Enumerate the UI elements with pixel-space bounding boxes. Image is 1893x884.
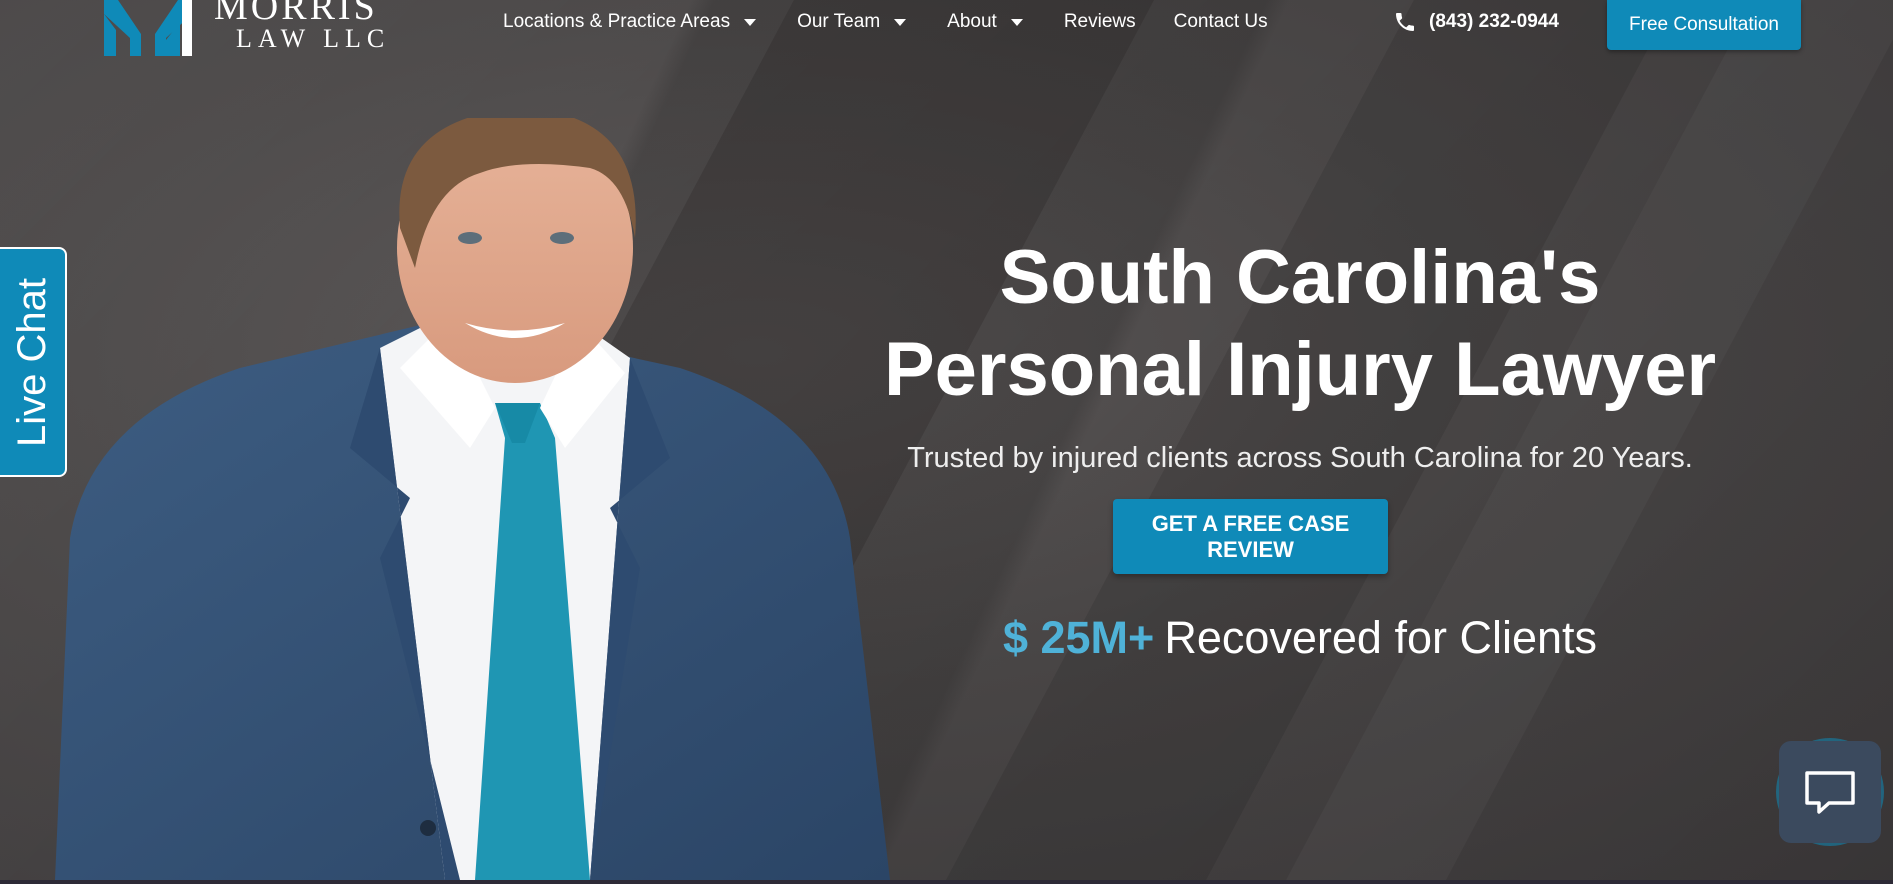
hero-headline: South Carolina's Personal Injury Lawyer xyxy=(800,232,1800,416)
nav-label: About xyxy=(947,11,997,32)
chat-bubble-icon xyxy=(1805,771,1855,814)
caret-down-icon xyxy=(744,18,757,26)
free-case-review-button[interactable]: GET A FREE CASE REVIEW xyxy=(1113,499,1388,574)
headline-line-2: Personal Injury Lawyer xyxy=(883,327,1717,412)
stat-label: Recovered for Clients xyxy=(1164,612,1598,663)
free-consultation-button[interactable]: Free Consultation xyxy=(1607,0,1801,50)
nav-our-team[interactable]: Our Team xyxy=(797,11,907,33)
logo-wordmark: MORRIS LAW LLC xyxy=(214,0,390,52)
nav-contact-us[interactable]: Contact Us xyxy=(1174,11,1268,33)
nav-locations-practice-areas[interactable]: Locations & Practice Areas xyxy=(503,11,757,33)
chat-widget-button[interactable] xyxy=(1776,738,1884,846)
nav-label: Reviews xyxy=(1063,11,1136,32)
stat-amount: $ 25M+ xyxy=(1002,612,1155,663)
nav-label: Our Team xyxy=(797,11,881,32)
attorney-portrait xyxy=(55,118,890,880)
main-nav: Locations & Practice Areas Our Team Abou… xyxy=(503,10,1268,34)
nav-label: Locations & Practice Areas xyxy=(503,11,731,32)
live-chat-label: Live Chat xyxy=(10,277,55,447)
nav-reviews[interactable]: Reviews xyxy=(1064,11,1136,33)
phone-link[interactable]: (843) 232-0944 xyxy=(1393,10,1559,34)
hero-subline: Trusted by injured clients across South … xyxy=(907,442,1693,474)
logo-sub: LAW LLC xyxy=(236,24,391,53)
bottom-strip xyxy=(0,880,1893,884)
caret-down-icon xyxy=(1010,18,1023,26)
nav-about[interactable]: About xyxy=(947,11,1023,33)
phone-icon xyxy=(1396,13,1414,31)
live-chat-tab[interactable]: Live Chat xyxy=(0,247,67,477)
recovery-stat: $ 25M+ Recovered for Clients xyxy=(800,612,1800,664)
logo-name: MORRIS xyxy=(214,0,378,28)
brand-logo[interactable]: MORRIS LAW LLC xyxy=(104,0,390,58)
logo-mark-icon xyxy=(104,0,192,56)
phone-number: (843) 232-0944 xyxy=(1429,11,1559,32)
headline-line-1: South Carolina's xyxy=(999,235,1601,320)
caret-down-icon xyxy=(894,18,907,26)
nav-label: Contact Us xyxy=(1173,11,1268,32)
